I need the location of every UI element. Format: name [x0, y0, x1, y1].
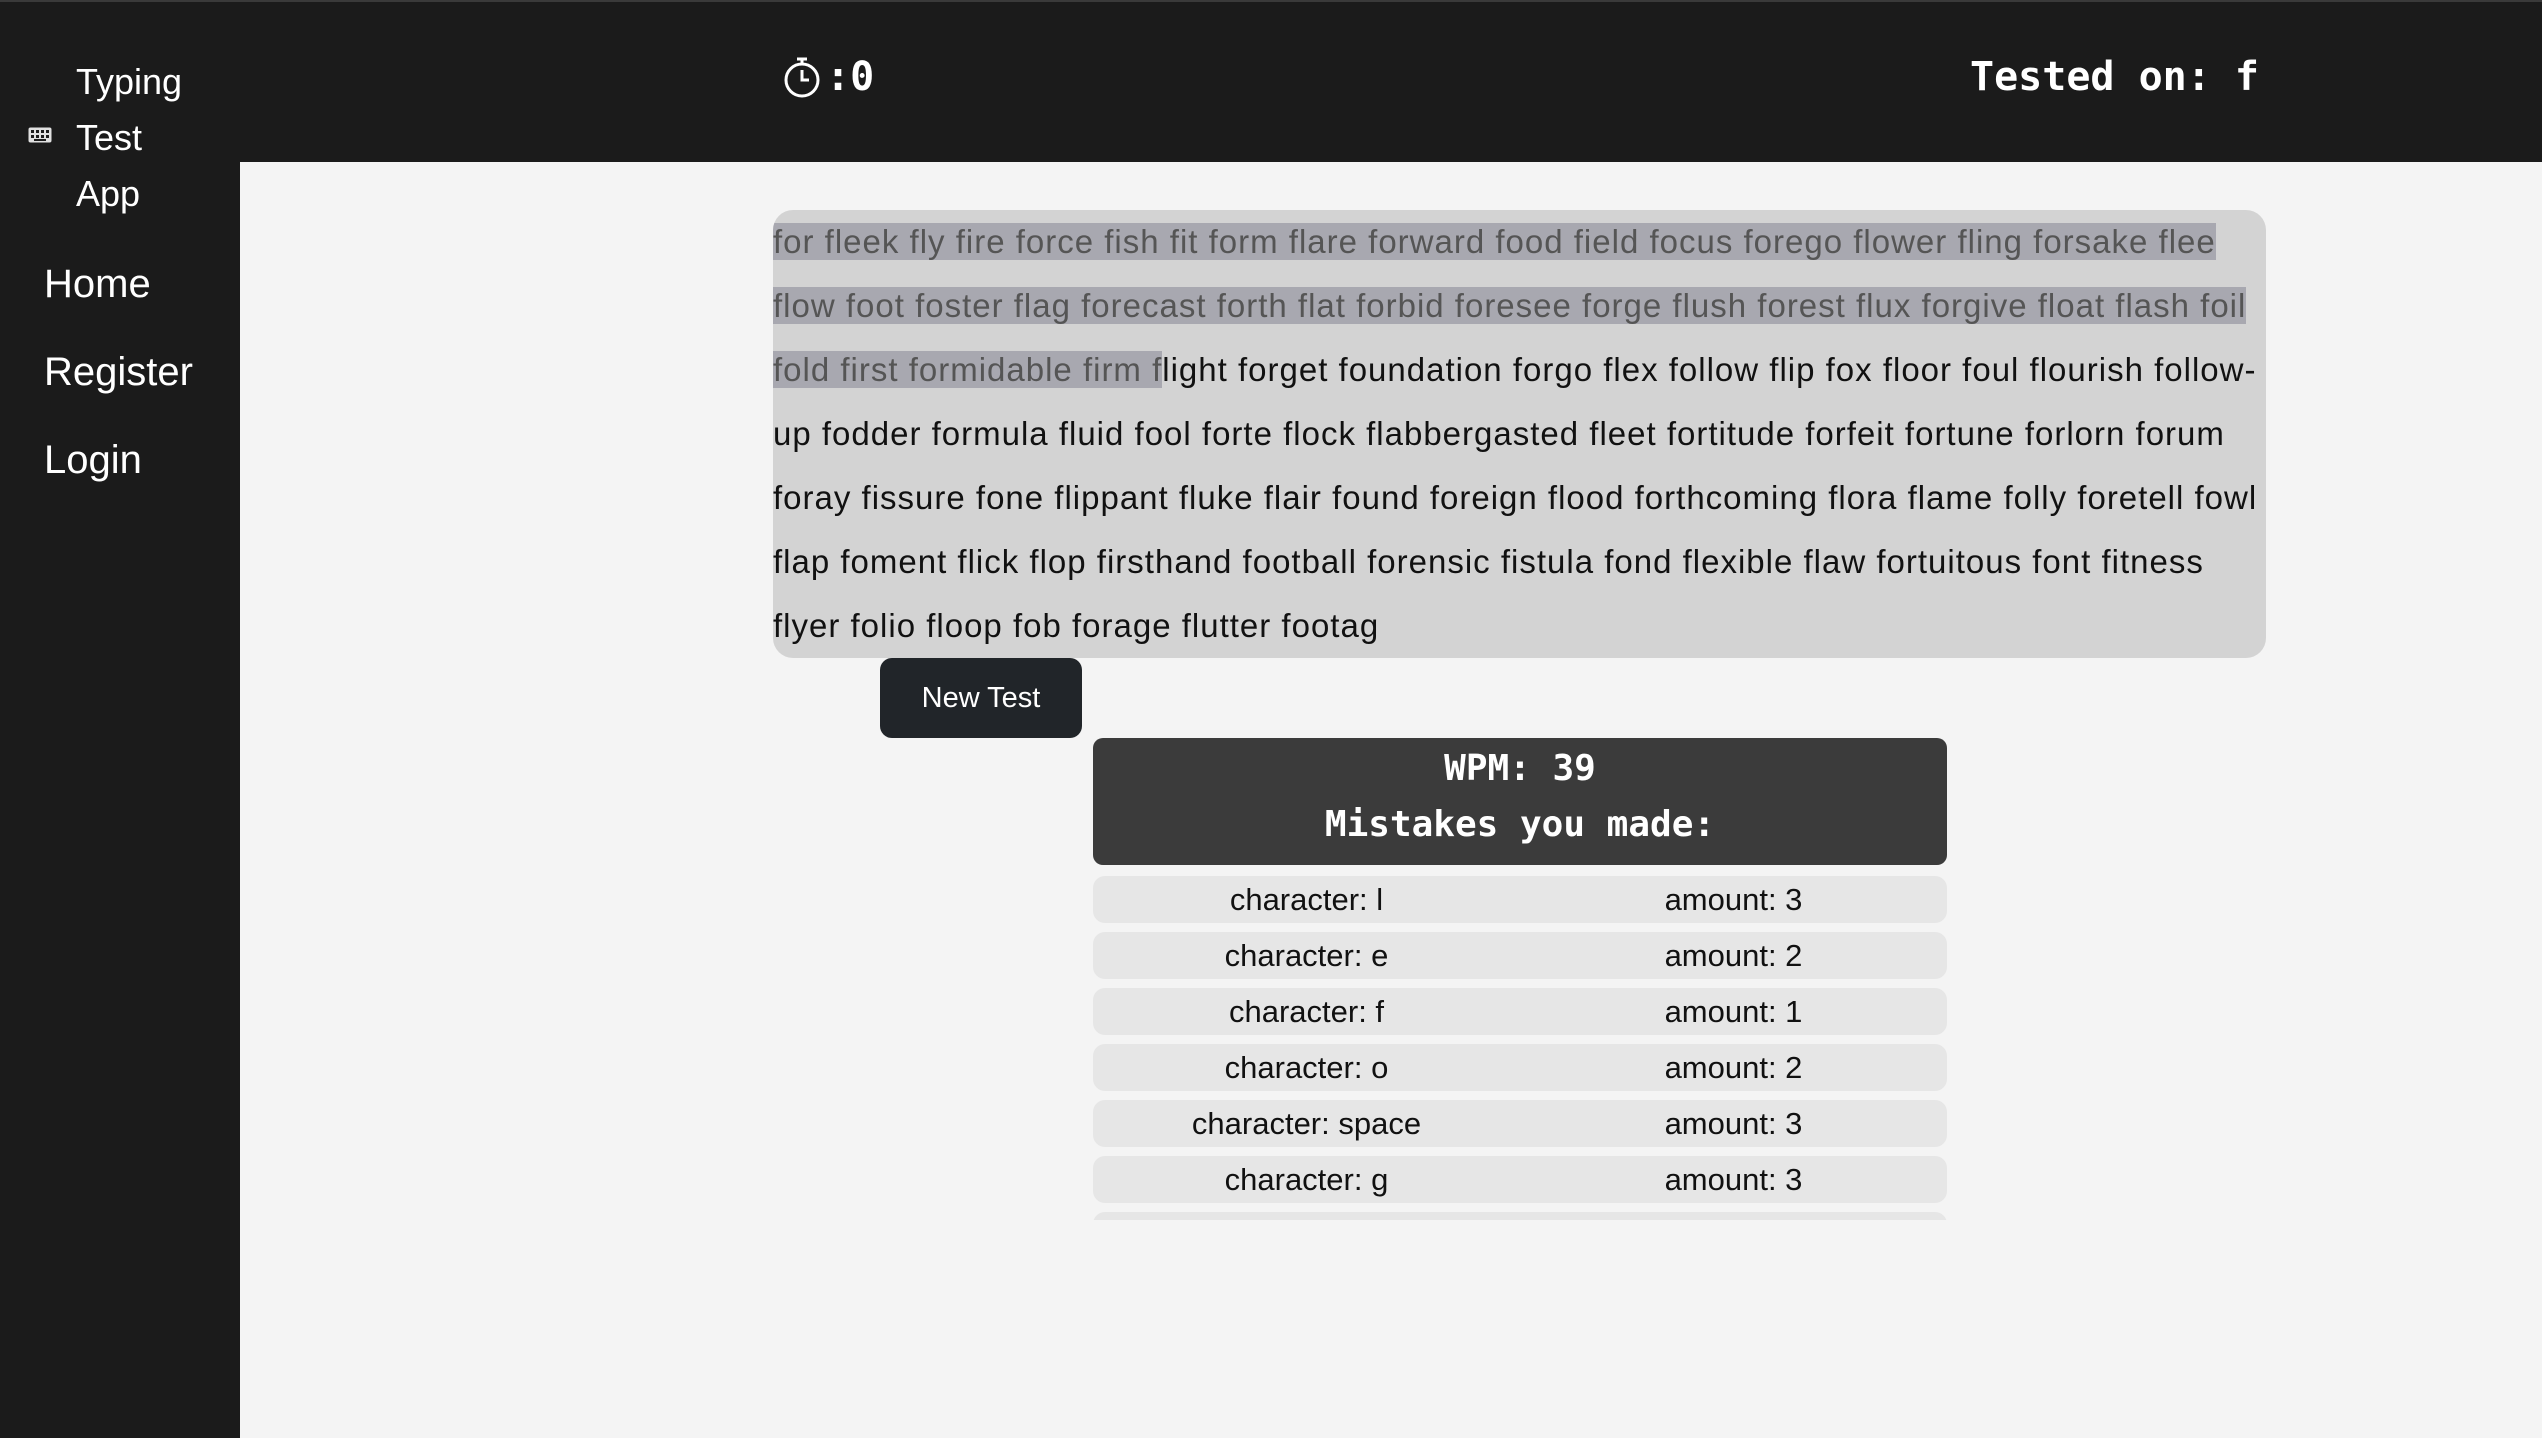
sidebar: Typing Test App Home Register Login: [0, 2, 240, 1438]
mistake-amount: amount: 3: [1664, 1106, 1803, 1141]
remaining-text: light forget foundation forgo flex follo…: [773, 351, 2258, 644]
wpm-value: WPM: 39: [1444, 748, 1596, 789]
mistake-amount: amount: 3: [1664, 1162, 1803, 1197]
app-title-line-2: Test: [76, 117, 143, 158]
new-test-button[interactable]: New Test: [880, 658, 1082, 738]
stopwatch-icon: [784, 57, 820, 98]
mistake-row: character: e amount: 2: [1093, 932, 1947, 979]
mistake-character: character: g: [1224, 1162, 1389, 1197]
app-title-line-1: Typing: [76, 61, 183, 102]
typing-text-area[interactable]: for fleek fly fire force fish fit form f…: [773, 210, 2266, 658]
timer-value: :0: [826, 54, 875, 100]
mistake-amount: amount: 2: [1664, 1050, 1803, 1085]
mistake-row: character: l amount: 3: [1093, 876, 1947, 923]
mistake-amount: amount: 1: [1664, 994, 1803, 1029]
keyboard-icon: [28, 127, 52, 143]
mistake-row: character: space amount: 3: [1093, 1100, 1947, 1147]
mistakes-title: Mistakes you made:: [1324, 804, 1716, 845]
mistake-amount: amount: 3: [1664, 882, 1803, 917]
app-title-line-3: App: [76, 173, 141, 214]
mistakes-list[interactable]: character: l amount: 3 character: e amou…: [1093, 876, 1947, 1220]
mistake-row: character: o amount: 2: [1093, 1044, 1947, 1091]
mistake-character: character: space: [1191, 1106, 1422, 1141]
mistake-character: character: f: [1228, 994, 1385, 1029]
mistake-row: character: g amount: 3: [1093, 1156, 1947, 1203]
mistake-amount: amount: 2: [1664, 938, 1803, 973]
nav-register-link[interactable]: Register: [44, 350, 193, 395]
results-summary: WPM: 39 Mistakes you made:: [1093, 738, 1947, 865]
nav-login-link[interactable]: Login: [44, 438, 142, 483]
top-header: :0 Tested on: f: [240, 2, 2542, 162]
mistake-character: character: l: [1229, 882, 1384, 917]
mistake-character: character: o: [1224, 1050, 1389, 1085]
tested-on-label: Tested on: f: [1970, 54, 2259, 100]
timer: :0: [782, 54, 874, 100]
mistake-row: character: f amount: 1: [1093, 988, 1947, 1035]
mistake-character: character: e: [1224, 938, 1389, 973]
nav-home-link[interactable]: Home: [44, 262, 151, 307]
mistake-row-partial: [1093, 1212, 1947, 1220]
app-title: Typing Test App: [76, 54, 256, 222]
